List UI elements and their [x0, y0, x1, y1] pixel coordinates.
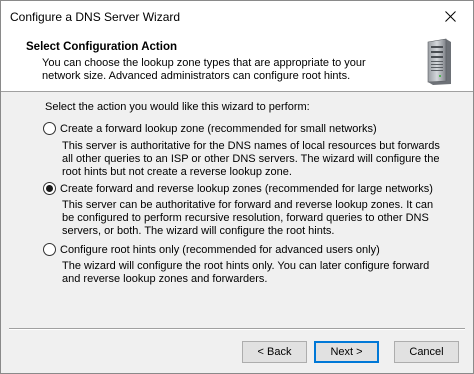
option-forward-zone-description: This server is authoritative for the DNS… [62, 140, 440, 178]
window-title: Configure a DNS Server Wizard [10, 10, 181, 24]
next-button[interactable]: Next > [314, 341, 379, 363]
option-forward-reverse-zones-label: Create forward and reverse lookup zones … [60, 182, 433, 195]
close-icon [444, 10, 456, 22]
option-forward-reverse-zones-description: This server can be authoritative for for… [62, 199, 434, 237]
option-forward-reverse-zones[interactable]: Create forward and reverse lookup zones … [43, 182, 433, 195]
option-root-hints-radio[interactable] [43, 243, 56, 256]
action-prompt: Select the action you would like this wi… [45, 101, 310, 113]
server-icon [427, 38, 451, 85]
title-bar: Configure a DNS Server Wizard [1, 1, 473, 32]
wizard-header: Select Configuration Action You can choo… [1, 32, 473, 92]
page-title: Select Configuration Action [26, 41, 177, 53]
close-button[interactable] [427, 1, 473, 31]
option-root-hints-label: Configure root hints only (recommended f… [60, 243, 380, 256]
option-forward-zone-radio[interactable] [43, 122, 56, 135]
option-forward-zone[interactable]: Create a forward lookup zone (recommende… [43, 122, 377, 135]
wizard-window: Configure a DNS Server Wizard Select Con… [0, 0, 474, 374]
option-root-hints-description: The wizard will configure the root hints… [62, 260, 430, 285]
page-description: You can choose the lookup zone types tha… [42, 57, 366, 82]
footer-divider [9, 328, 465, 330]
back-button[interactable]: < Back [242, 341, 307, 363]
option-forward-zone-label: Create a forward lookup zone (recommende… [60, 122, 377, 135]
cancel-button[interactable]: Cancel [394, 341, 459, 363]
wizard-content: Select the action you would like this wi… [1, 93, 473, 328]
option-forward-reverse-zones-radio[interactable] [43, 182, 56, 195]
option-root-hints[interactable]: Configure root hints only (recommended f… [43, 243, 380, 256]
